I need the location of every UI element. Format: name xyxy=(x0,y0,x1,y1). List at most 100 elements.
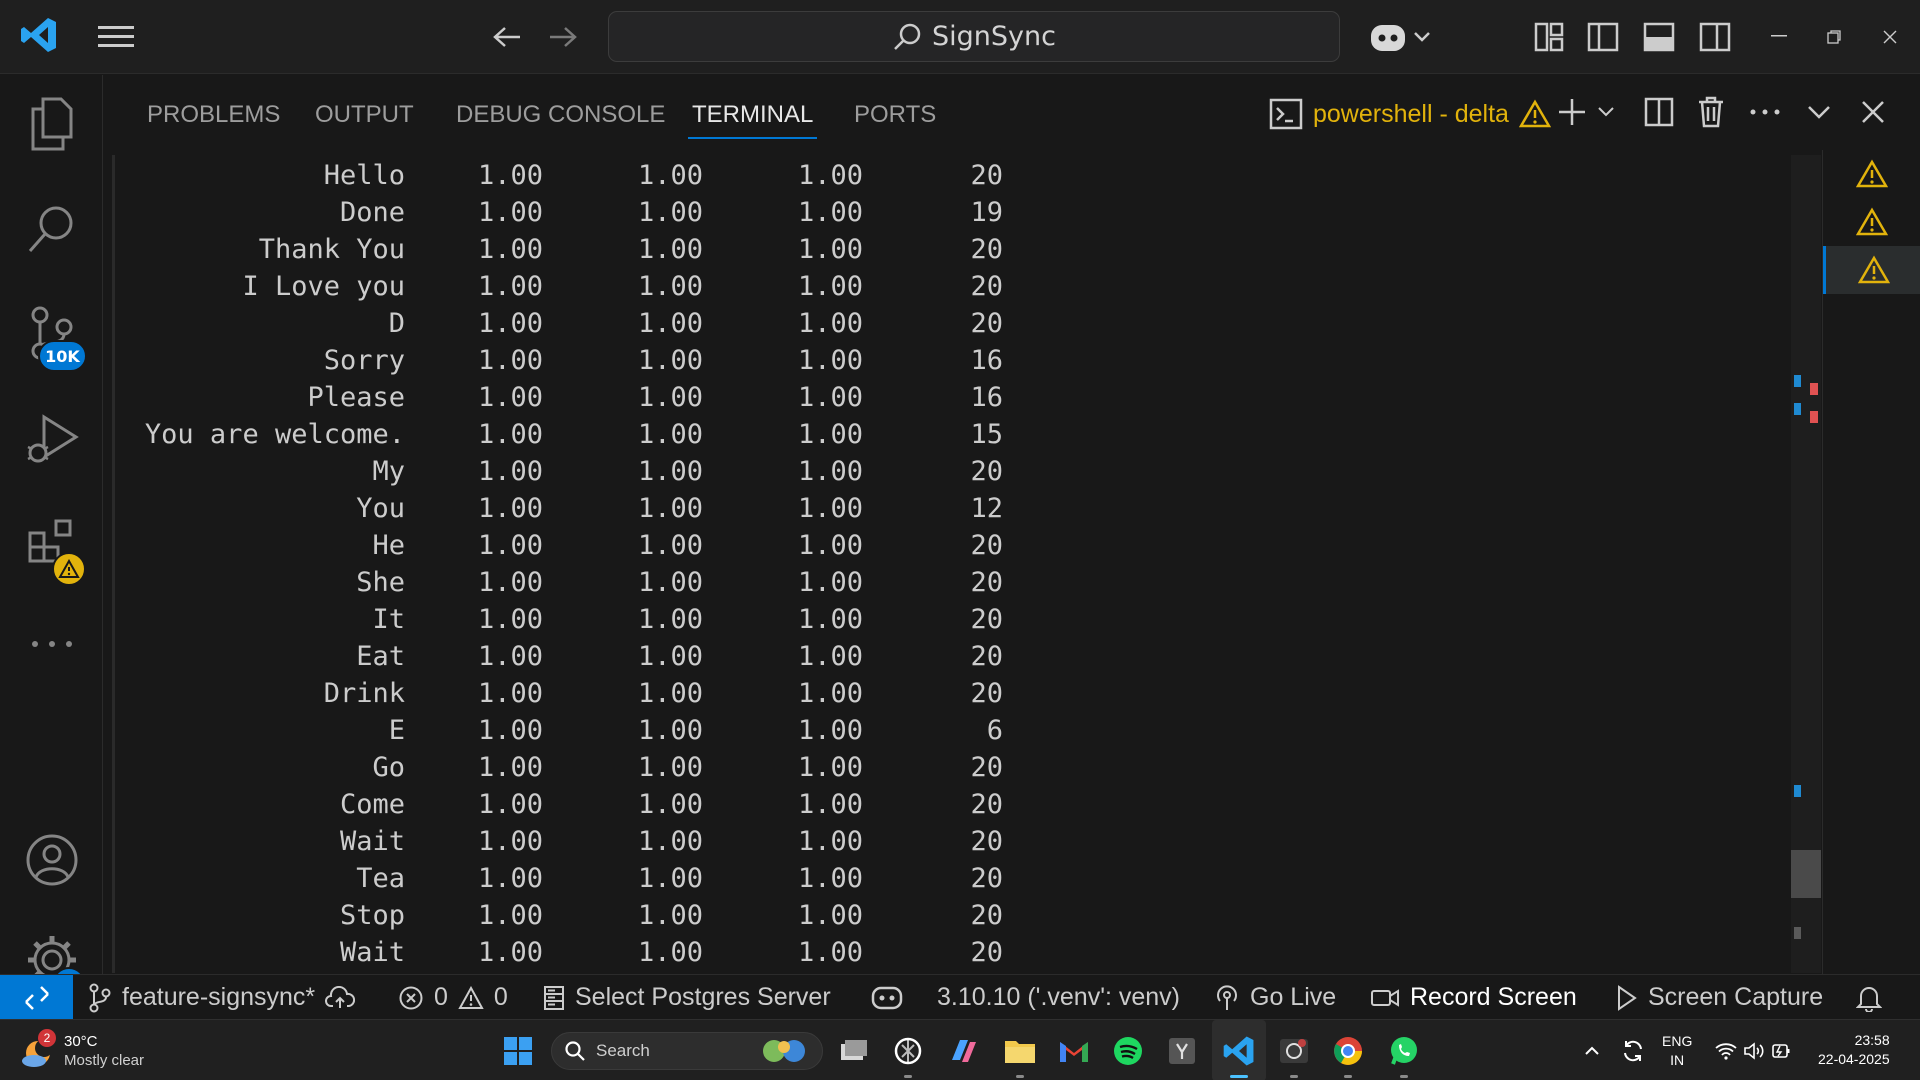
more-actions-icon[interactable] xyxy=(1746,93,1784,131)
row-f1: 1.00 xyxy=(797,197,863,228)
terminal-tab-item-active[interactable] xyxy=(1823,246,1920,294)
obs-app-icon[interactable] xyxy=(1272,1020,1316,1080)
lang-line1: ENG xyxy=(1662,1033,1693,1049)
weather-widget[interactable]: 2 30°C Mostly clear xyxy=(20,1028,144,1074)
windows-taskbar: 2 30°C Mostly clear Search ENG IN 23:58 … xyxy=(0,1019,1920,1080)
terminal-row: Go 1.00 1.00 1.00 20 xyxy=(115,752,1115,789)
python-interpreter[interactable]: 3.10.10 ('.venv': venv) xyxy=(937,975,1180,1020)
terminal-selector[interactable]: powershell - delta xyxy=(1269,93,1551,135)
row-label: Wait xyxy=(339,937,405,968)
terminal-scrollbar[interactable] xyxy=(1791,155,1821,973)
tab-debug-console[interactable]: DEBUG CONSOLE xyxy=(456,101,665,129)
panel-header: PROBLEMS OUTPUT DEBUG CONSOLE TERMINAL P… xyxy=(104,75,1920,153)
whatsapp-app-icon[interactable] xyxy=(1384,1020,1424,1080)
search-icon[interactable] xyxy=(0,184,103,274)
notifications-bell-icon[interactable] xyxy=(1856,975,1882,1020)
windows-start-icon[interactable] xyxy=(498,1020,538,1080)
more-views-icon[interactable] xyxy=(0,599,103,689)
record-screen-button[interactable]: Record Screen xyxy=(1370,975,1577,1020)
spotify-app-icon[interactable] xyxy=(1108,1020,1148,1080)
record-screen-label: Record Screen xyxy=(1410,983,1577,1011)
row-precision: 1.00 xyxy=(477,715,543,746)
battery-icon[interactable] xyxy=(1770,1020,1794,1080)
python-version: 3.10.10 ('.venv': venv) xyxy=(937,983,1181,1011)
copilot-icon[interactable] xyxy=(1366,16,1438,58)
chevron-down-icon[interactable] xyxy=(1594,93,1618,131)
file-explorer-icon[interactable] xyxy=(1000,1020,1040,1080)
sync-icon[interactable] xyxy=(1618,1020,1648,1080)
branch-icon xyxy=(89,983,111,1012)
go-live-button[interactable]: Go Live xyxy=(1214,975,1336,1020)
tab-ports[interactable]: PORTS xyxy=(854,101,936,129)
chatgpt-app-icon[interactable] xyxy=(888,1020,928,1080)
terminal-row: Hello 1.00 1.00 1.00 20 xyxy=(115,160,1115,197)
back-arrow-icon[interactable] xyxy=(488,18,526,56)
scroll-marker xyxy=(1794,375,1801,387)
tab-terminal[interactable]: TERMINAL xyxy=(687,101,818,139)
run-debug-icon[interactable] xyxy=(0,394,103,484)
toggle-secondary-sidebar-icon[interactable] xyxy=(1696,18,1734,56)
extensions-icon[interactable] xyxy=(0,500,103,590)
postgres-selector[interactable]: Select Postgres Server xyxy=(543,975,831,1020)
vscode-app-icon[interactable] xyxy=(1212,1020,1266,1080)
row-support: 20 xyxy=(970,308,1003,339)
copilot-status[interactable] xyxy=(871,975,903,1020)
accounts-icon[interactable] xyxy=(0,815,103,905)
row-f1: 1.00 xyxy=(797,826,863,857)
source-control-icon[interactable]: 10K xyxy=(0,288,103,378)
row-recall: 1.00 xyxy=(637,863,703,894)
remote-indicator[interactable] xyxy=(0,975,73,1020)
task-view-icon[interactable] xyxy=(834,1020,874,1080)
branch-indicator[interactable]: feature-signsync* xyxy=(88,975,356,1020)
temperature: 30°C xyxy=(64,1033,98,1050)
terminal-row: Please 1.00 1.00 1.00 16 xyxy=(115,382,1115,419)
scroll-thumb[interactable] xyxy=(1791,850,1821,898)
customize-layout-icon[interactable] xyxy=(1530,18,1568,56)
explorer-icon[interactable] xyxy=(0,79,103,169)
tray-overflow-chevron-icon[interactable] xyxy=(1578,1020,1606,1080)
restore-icon[interactable] xyxy=(1815,18,1853,56)
problems-indicator[interactable]: 0 0 xyxy=(398,975,508,1020)
kill-terminal-trash-icon[interactable] xyxy=(1692,93,1730,131)
terminal-tab-item[interactable] xyxy=(1823,198,1920,246)
row-precision: 1.00 xyxy=(477,937,543,968)
wifi-icon[interactable] xyxy=(1714,1020,1738,1080)
toggle-panel-icon[interactable] xyxy=(1640,18,1678,56)
volume-icon[interactable] xyxy=(1742,1020,1766,1080)
terminal-output[interactable]: Hello 1.00 1.00 1.00 20 Done 1.00 1.00 1.00 19 Tha… xyxy=(112,155,1792,973)
row-label: Hello xyxy=(323,160,405,191)
close-window-icon[interactable] xyxy=(1871,18,1909,56)
menu-icon[interactable] xyxy=(96,18,136,56)
row-precision: 1.00 xyxy=(477,826,543,857)
clock[interactable]: 23:58 22-04-2025 xyxy=(1818,1031,1890,1069)
row-label: Eat xyxy=(356,641,405,672)
close-panel-icon[interactable] xyxy=(1854,93,1892,131)
tab-output[interactable]: OUTPUT xyxy=(315,101,414,129)
row-recall: 1.00 xyxy=(637,900,703,931)
copilot-icon xyxy=(871,986,903,1009)
terminal-row: Stop 1.00 1.00 1.00 20 xyxy=(115,900,1115,937)
new-terminal-icon[interactable] xyxy=(1554,93,1590,131)
forward-arrow-icon[interactable] xyxy=(544,18,582,56)
terminal-row: You are welcome. 1.00 1.00 1.00 15 xyxy=(115,419,1115,456)
chrome-app-icon[interactable] xyxy=(1328,1020,1368,1080)
row-support: 16 xyxy=(970,382,1003,413)
maximize-panel-chevron-icon[interactable] xyxy=(1800,93,1838,131)
terminal-row: It 1.00 1.00 1.00 20 xyxy=(115,604,1115,641)
row-precision: 1.00 xyxy=(477,567,543,598)
language-indicator[interactable]: ENG IN xyxy=(1662,1032,1692,1070)
row-precision: 1.00 xyxy=(477,419,543,450)
ycombinator-app-icon[interactable] xyxy=(1162,1020,1202,1080)
row-label: Done xyxy=(339,197,405,228)
terminal-tab-item[interactable] xyxy=(1823,150,1920,198)
tab-problems[interactable]: PROBLEMS xyxy=(147,101,280,129)
toggle-primary-sidebar-icon[interactable] xyxy=(1584,18,1622,56)
minimize-icon[interactable] xyxy=(1760,18,1798,56)
split-terminal-icon[interactable] xyxy=(1640,93,1678,131)
terminal-name: powershell - delta xyxy=(1313,99,1509,128)
screen-capture-button[interactable]: Screen Capture xyxy=(1616,975,1823,1020)
taskbar-search[interactable]: Search xyxy=(551,1032,823,1070)
copilot-app-icon[interactable] xyxy=(944,1020,984,1080)
command-center-search[interactable]: SignSync xyxy=(608,11,1340,62)
gmail-app-icon[interactable] xyxy=(1054,1020,1094,1080)
